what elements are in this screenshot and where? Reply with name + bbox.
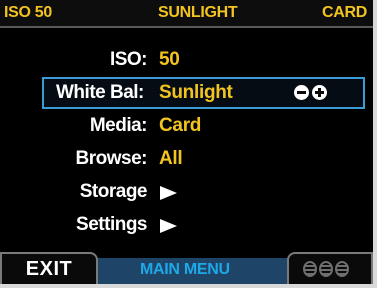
- menu-item-white-balance[interactable]: White Bal: Sunlight: [42, 77, 365, 109]
- status-white-balance: SUNLIGHT: [158, 4, 238, 21]
- menu-item-label: Browse:: [75, 148, 148, 169]
- adjust-controls: [294, 85, 330, 105]
- menu-item-storage[interactable]: Storage: [0, 176, 373, 210]
- minus-icon[interactable]: [294, 85, 309, 100]
- camera-menu-screen: ISO 50 SUNLIGHT CARD ISO: 50 White Bal: …: [0, 0, 377, 288]
- menu-item-label: Settings: [76, 214, 147, 235]
- status-iso: ISO 50: [4, 4, 53, 21]
- menu-item-label: White Bal:: [56, 82, 144, 103]
- menu-item-settings[interactable]: Settings: [0, 209, 373, 243]
- exit-button[interactable]: EXIT: [0, 252, 98, 284]
- menu-item-label: Storage: [79, 181, 148, 202]
- dial-button[interactable]: [287, 252, 373, 284]
- menu-item-value: All: [159, 148, 183, 169]
- menu-item-value: Sunlight: [159, 82, 233, 103]
- menu-item-label: Media:: [89, 115, 148, 136]
- status-media: CARD: [321, 4, 367, 21]
- menu-item-value: 50: [159, 49, 180, 70]
- arrow-right-icon: [160, 186, 177, 200]
- status-bar: ISO 50 SUNLIGHT CARD: [0, 0, 373, 28]
- bottom-bar: EXIT MAIN MENU: [0, 252, 373, 284]
- menu-item-browse[interactable]: Browse: All: [0, 143, 373, 177]
- plus-icon[interactable]: [312, 85, 327, 100]
- arrow-right-icon: [160, 219, 177, 233]
- menu-item-value: Card: [159, 115, 202, 136]
- menu-title: MAIN MENU: [140, 261, 230, 278]
- menu-item-label: ISO:: [109, 49, 148, 70]
- menu-item-iso[interactable]: ISO: 50: [0, 44, 373, 78]
- dial-icon: [303, 261, 351, 282]
- menu-item-media[interactable]: Media: Card: [0, 110, 373, 144]
